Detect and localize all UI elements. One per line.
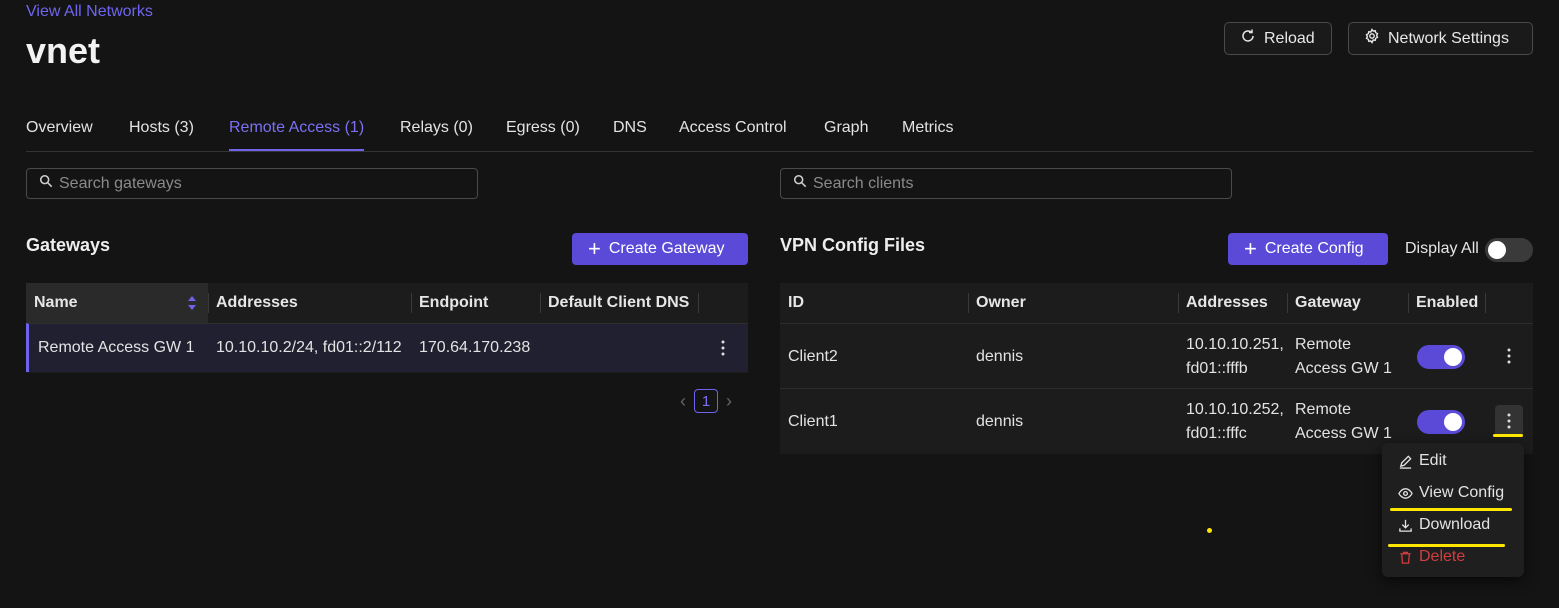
create-gateway-button[interactable]: + Create Gateway xyxy=(572,233,748,265)
menu-item-view-config[interactable]: View Config xyxy=(1398,484,1504,502)
client-owner: dennis xyxy=(976,348,1024,365)
menu-item-label: Edit xyxy=(1419,452,1447,469)
vpn-config-table: ID Owner Addresses Gateway Enabled Clien… xyxy=(780,283,1533,454)
gateway-search-field[interactable] xyxy=(26,168,478,199)
create-config-label: Create Config xyxy=(1264,240,1364,257)
tab-relays[interactable]: Relays (0) xyxy=(400,119,473,137)
client-owner: dennis xyxy=(976,413,1024,430)
column-header-addresses: Addresses xyxy=(1178,283,1268,323)
table-row: Client2 dennis 10.10.10.251, fd01::fffb … xyxy=(780,323,1533,388)
column-header-endpoint: Endpoint xyxy=(411,283,488,323)
download-icon xyxy=(1399,519,1412,532)
more-vertical-icon xyxy=(1507,413,1511,429)
gateway-name-link[interactable]: Remote Access GW 1 xyxy=(38,336,195,360)
eye-icon xyxy=(1398,487,1413,499)
tab-hosts[interactable]: Hosts (3) xyxy=(129,119,194,137)
column-header-gateway: Gateway xyxy=(1287,283,1361,323)
row-actions-button[interactable] xyxy=(1495,340,1523,372)
pagination: ‹ 1 › xyxy=(680,389,732,413)
tab-bar: Overview Hosts (3) Remote Access (1) Rel… xyxy=(26,112,1533,152)
highlight-mark xyxy=(1388,544,1505,547)
plus-icon: + xyxy=(588,236,601,261)
plus-icon: + xyxy=(1244,236,1257,261)
menu-item-download[interactable]: Download xyxy=(1398,516,1490,534)
client-gateway-line1: Remote xyxy=(1295,336,1352,353)
highlight-dot xyxy=(1207,528,1212,533)
reload-label: Reload xyxy=(1264,29,1315,47)
row-actions-button[interactable] xyxy=(1495,405,1523,437)
more-vertical-icon xyxy=(721,340,725,356)
enabled-toggle[interactable] xyxy=(1417,345,1465,369)
client-address-ipv4: 10.10.10.252, xyxy=(1186,401,1284,418)
trash-icon xyxy=(1400,551,1411,564)
column-header-actions xyxy=(698,283,748,323)
client-id-link[interactable]: Client1 xyxy=(788,410,838,434)
column-header-id: ID xyxy=(788,294,804,311)
menu-item-label: Delete xyxy=(1419,548,1466,565)
tab-access-control[interactable]: Access Control xyxy=(679,119,787,137)
gear-icon xyxy=(1364,28,1380,49)
menu-item-label: Download xyxy=(1419,516,1491,533)
menu-item-label: View Config xyxy=(1419,484,1505,501)
display-all-toggle[interactable] xyxy=(1485,238,1533,262)
enabled-toggle[interactable] xyxy=(1417,410,1465,434)
vpn-config-heading: VPN Config Files xyxy=(780,235,926,255)
tab-dns[interactable]: DNS xyxy=(613,119,647,137)
more-vertical-icon xyxy=(1507,348,1511,364)
menu-item-delete[interactable]: Delete xyxy=(1398,548,1465,566)
column-header-owner: Owner xyxy=(968,283,1026,323)
page-button[interactable]: 1 xyxy=(694,389,718,413)
reload-icon xyxy=(1240,28,1256,49)
sort-icon[interactable] xyxy=(186,294,198,312)
gateway-search-input[interactable] xyxy=(59,174,454,193)
chevron-left-icon[interactable]: ‹ xyxy=(680,391,686,412)
display-all-label: Display All xyxy=(1405,240,1479,257)
client-address-ipv6: fd01::fffb xyxy=(1186,360,1248,377)
chevron-right-icon[interactable]: › xyxy=(726,391,732,412)
client-gateway-line1: Remote xyxy=(1295,401,1352,418)
highlight-mark xyxy=(1493,434,1523,437)
pencil-icon xyxy=(1399,454,1412,469)
column-header-enabled: Enabled xyxy=(1408,283,1478,323)
search-icon xyxy=(793,174,807,193)
gateways-table: Name Addresses Endpoint Default Client D… xyxy=(26,283,748,373)
create-gateway-label: Create Gateway xyxy=(608,240,725,257)
client-search-field[interactable] xyxy=(780,168,1232,199)
column-header-actions xyxy=(1485,283,1533,323)
gateway-endpoint: 170.64.170.238 xyxy=(419,339,531,356)
reload-button[interactable]: Reload xyxy=(1224,22,1332,55)
table-row[interactable]: Remote Access GW 1 10.10.10.2/24, fd01::… xyxy=(26,323,748,372)
search-icon xyxy=(39,174,53,193)
view-all-networks-link[interactable]: View All Networks xyxy=(26,3,153,21)
client-gateway-line2: Access GW 1 xyxy=(1295,425,1392,442)
menu-item-edit[interactable]: Edit xyxy=(1398,452,1447,470)
tab-egress[interactable]: Egress (0) xyxy=(506,119,580,137)
tab-overview[interactable]: Overview xyxy=(26,119,93,137)
client-address-ipv4: 10.10.10.251, xyxy=(1186,336,1284,353)
client-address-ipv6: fd01::fffc xyxy=(1186,425,1247,442)
column-header-default-client-dns: Default Client DNS xyxy=(540,283,689,323)
create-config-button[interactable]: + Create Config xyxy=(1228,233,1388,265)
client-gateway-line2: Access GW 1 xyxy=(1295,360,1392,377)
row-actions-button[interactable] xyxy=(709,332,737,364)
gateways-heading: Gateways xyxy=(26,235,111,255)
tab-metrics[interactable]: Metrics xyxy=(902,119,954,137)
highlight-mark xyxy=(1390,508,1512,511)
network-settings-button[interactable]: Network Settings xyxy=(1348,22,1533,55)
network-settings-label: Network Settings xyxy=(1388,29,1509,47)
column-header-name[interactable]: Name xyxy=(26,283,208,323)
column-header-addresses: Addresses xyxy=(208,283,298,323)
page-title: vnet xyxy=(26,30,101,71)
client-search-input[interactable] xyxy=(813,174,1208,193)
tab-graph[interactable]: Graph xyxy=(824,119,868,137)
client-id-link[interactable]: Client2 xyxy=(788,345,838,369)
gateway-addresses: 10.10.10.2/24, fd01::2/112 xyxy=(216,339,402,356)
tab-remote-access[interactable]: Remote Access (1) xyxy=(229,119,365,151)
